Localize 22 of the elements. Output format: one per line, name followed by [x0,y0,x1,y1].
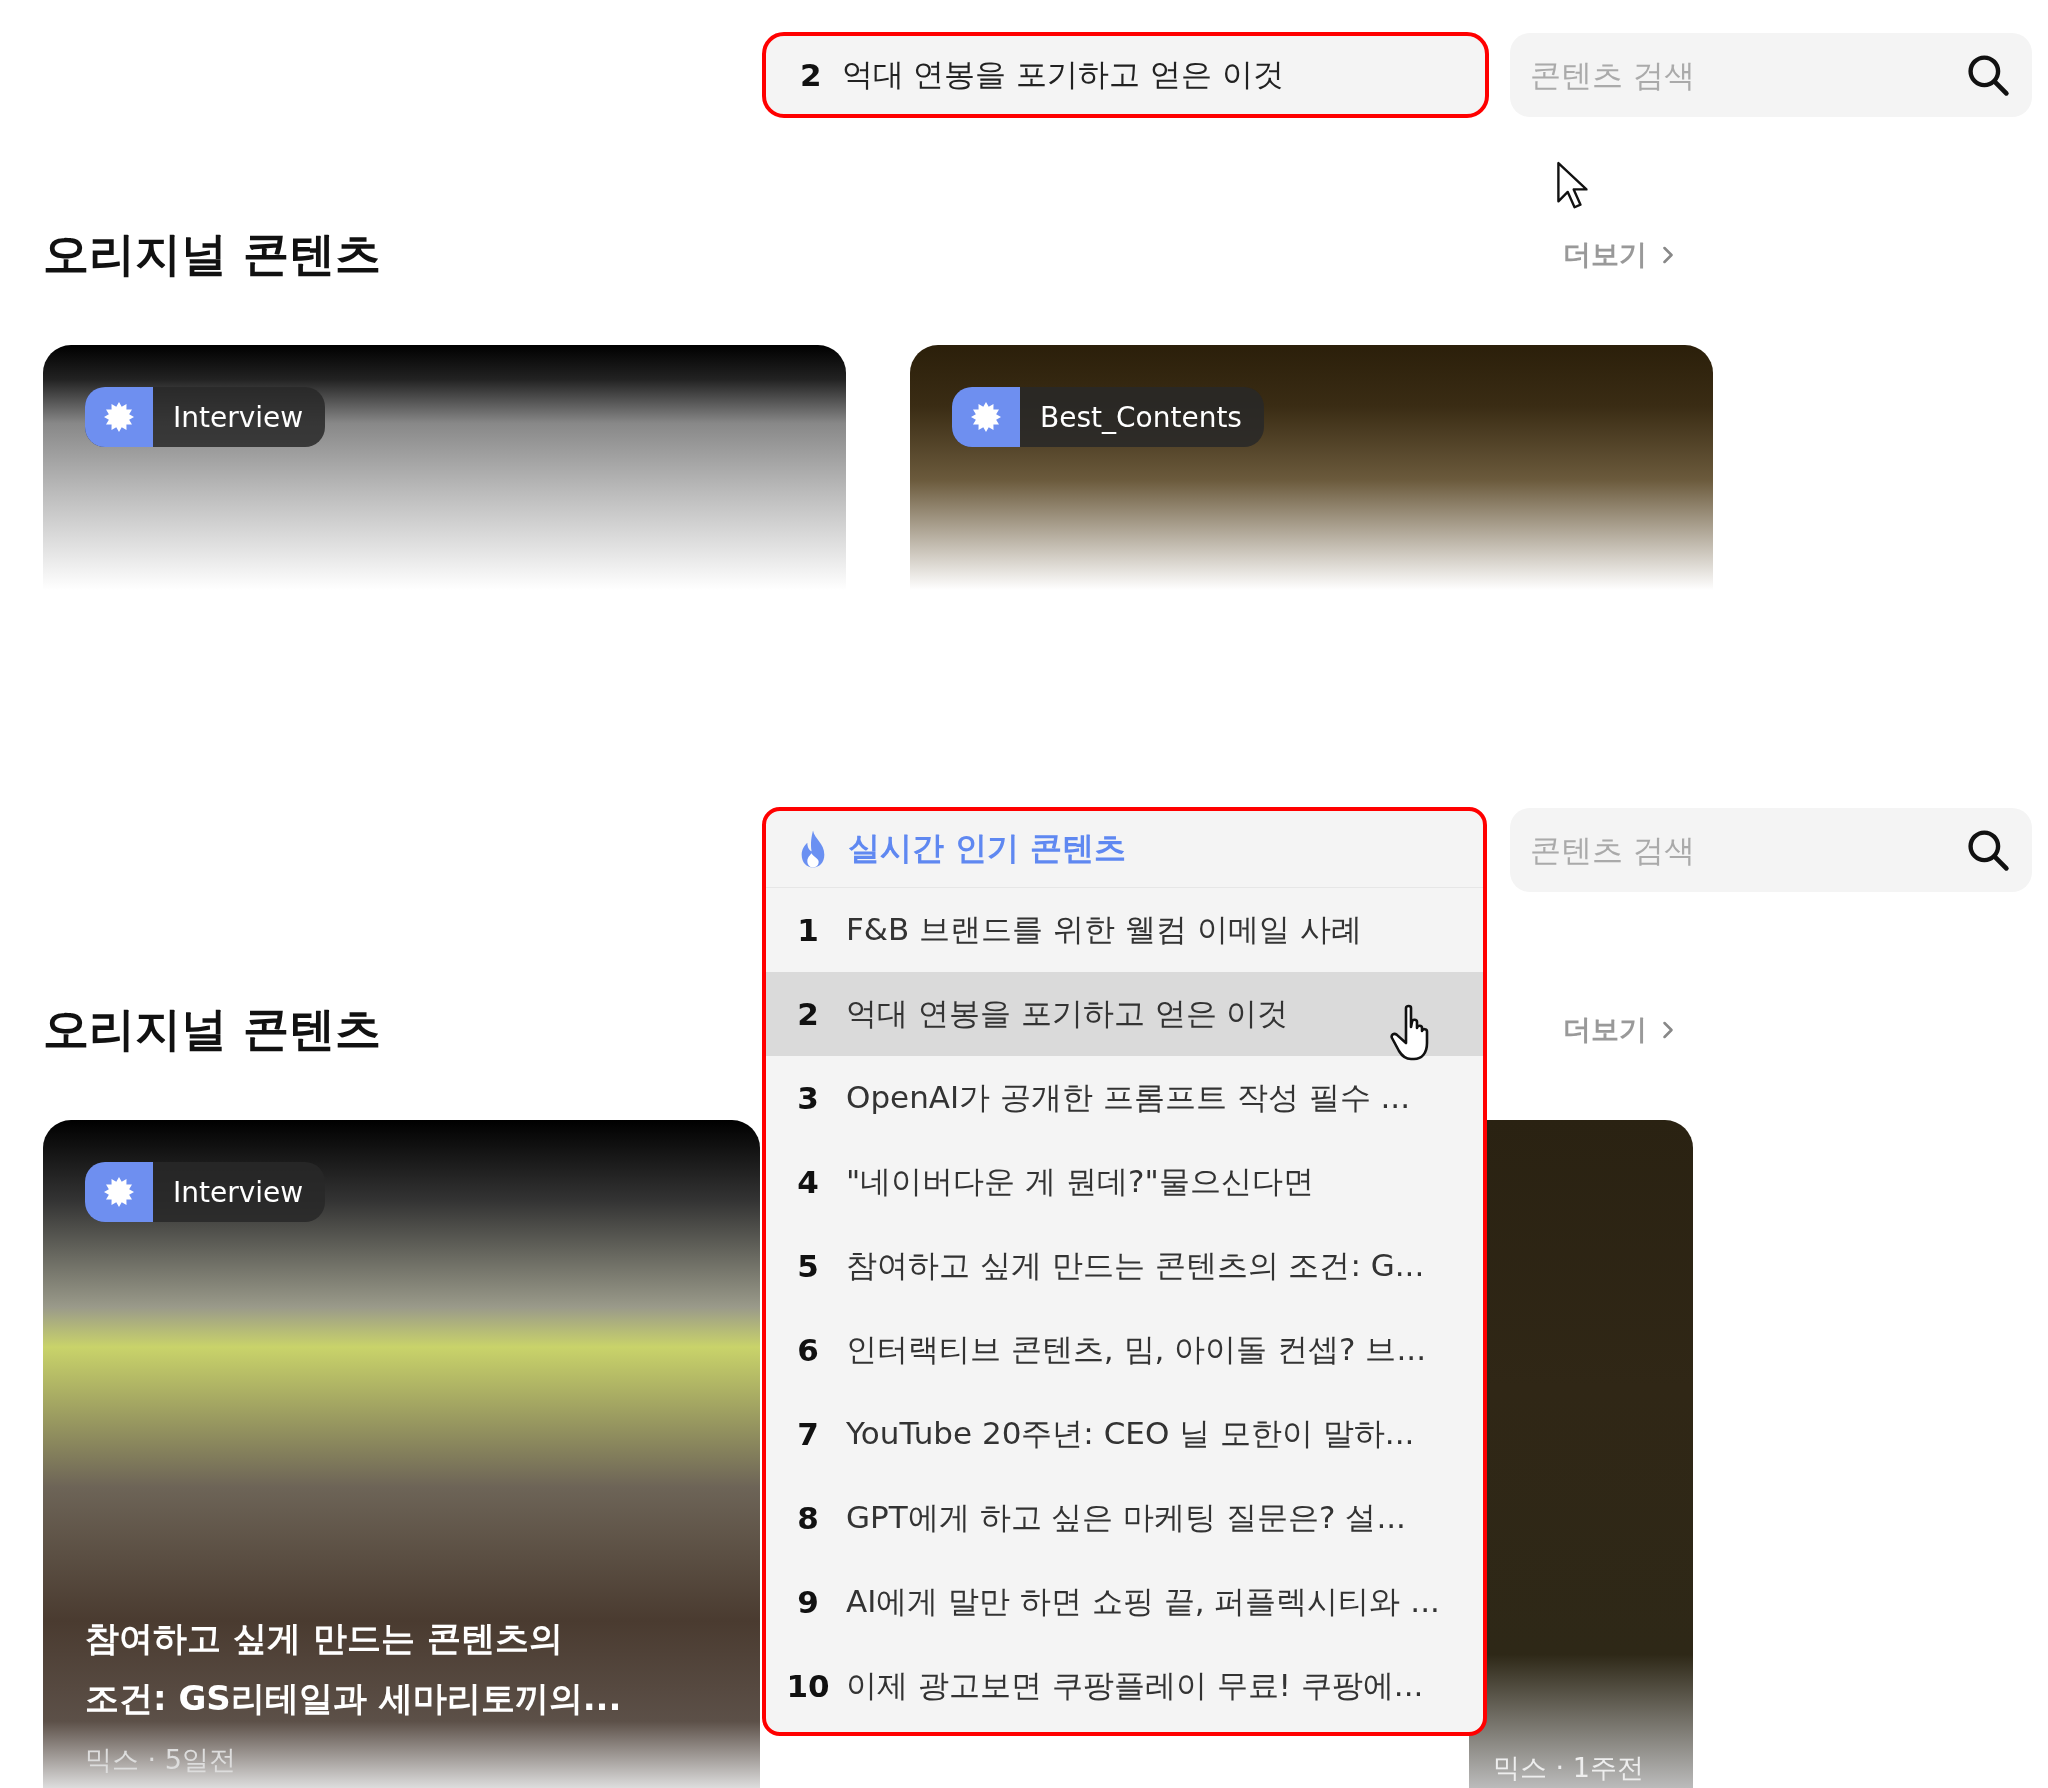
popular-item[interactable]: 1 F&B 브랜드를 위한 웰컴 이메일 사례 [766,888,1483,972]
search-icon [1966,828,2010,872]
section-heading: 오리지널 콘텐츠 [43,1001,381,1058]
keyword-title: 억대 연봉을 포기하고 얻은 이것 [841,55,1284,94]
chevron-right-icon [1661,245,1675,265]
trending-keyword-box[interactable]: 2 억대 연봉을 포기하고 얻은 이것 [762,32,1489,118]
search-field[interactable]: 콘텐츠 검색 [1510,808,2032,892]
search-field[interactable]: 콘텐츠 검색 [1510,33,2032,117]
popular-item[interactable]: 2 억대 연봉을 포기하고 얻은 이것 [766,972,1483,1056]
content-card[interactable]: Best_Contents [910,345,1713,590]
tag-label: Interview [172,400,305,434]
tag-label: Best_Contents [1039,400,1243,434]
card-meta: 믹스 · 5일전 [85,1743,237,1777]
chevron-right-icon [1661,1020,1675,1040]
tag-label: Interview [172,1175,305,1209]
card-title: 참여하고 싶게 만드는 콘텐츠의 조건: GS리테일과 세마리토끼의... [85,1617,622,1720]
search-icon [1966,53,2010,97]
rank-number: 2 [800,57,822,93]
card-meta: 믹스 · 1주전 [1493,1751,1644,1785]
section-heading: 오리지널 콘텐츠 [43,226,381,283]
content-card[interactable]: Interview 참여하고 싶게 만드는 콘텐츠의 조건: GS리테일과 세마리토끼의... 믹스 · 5일전 [43,1120,760,1788]
dropdown-title: 실시간 인기 콘텐츠 [848,828,1127,869]
